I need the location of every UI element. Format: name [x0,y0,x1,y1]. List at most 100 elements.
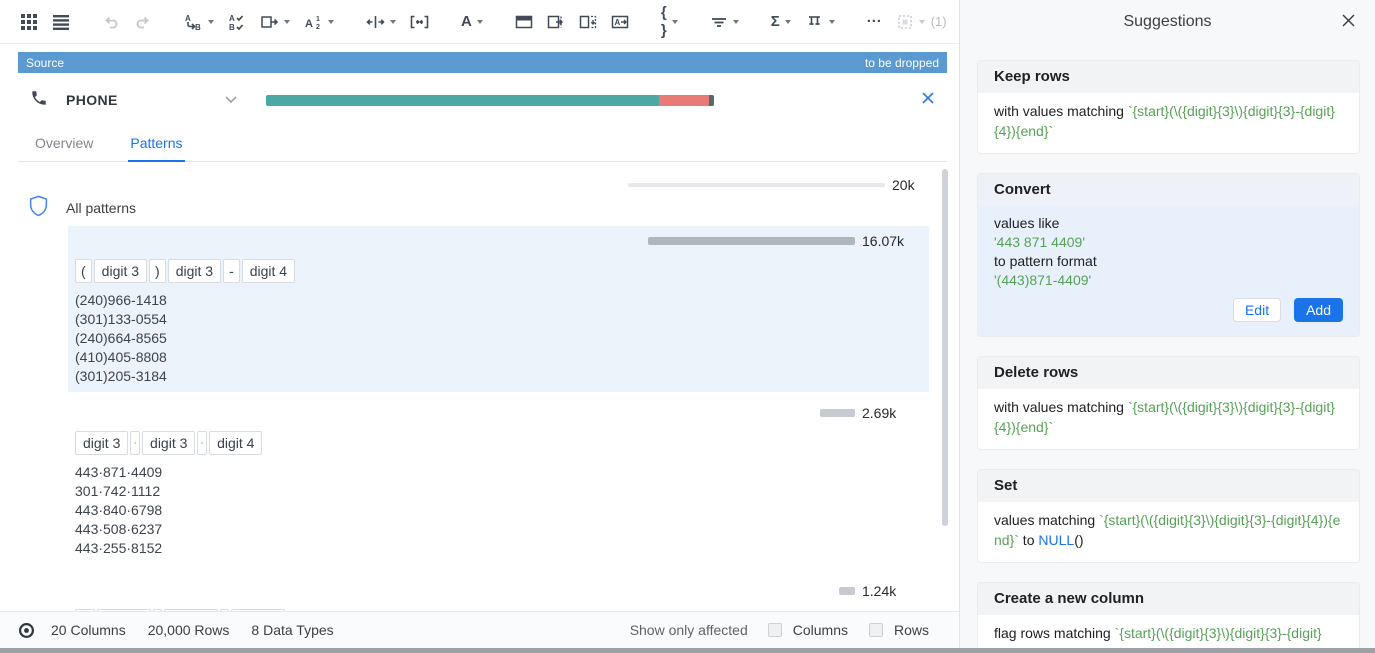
pattern-value[interactable]: 443·508·6237 [75,520,929,539]
pattern-value[interactable]: (301)133-0554 [75,310,929,329]
pattern-token-space[interactable]: · [197,431,207,455]
suggestion-cards: Keep rows with values matching `{start}(… [960,44,1375,648]
redo-icon[interactable] [130,10,156,34]
suggestions-panel: Suggestions Keep rows with values matchi… [960,0,1375,648]
svg-text:B: B [195,23,201,31]
quality-invalid-segment[interactable] [659,95,709,106]
all-patterns-label: All patterns [66,200,136,216]
pattern-value[interactable]: 443·871·4409 [75,463,929,482]
pattern-token[interactable]: digit 3 [168,259,221,283]
move-column-icon[interactable] [256,10,294,34]
card-text: flag rows matching [994,625,1115,641]
suggestion-card-set[interactable]: Set values matching `{start}(\({digit}{3… [977,469,1360,563]
pattern-token-space[interactable]: · [153,609,163,611]
quality-empty-segment[interactable] [709,95,714,106]
table-reorder-icon[interactable] [575,10,601,34]
aggregate-icon[interactable]: Σ [767,10,795,34]
grid-view-icon[interactable] [16,10,42,34]
pattern-group[interactable]: 16.07k ( digit 3 ) digit 3 - digit 4 (24… [68,226,929,392]
replace-values-icon[interactable]: AB [180,10,218,34]
table-convert-icon[interactable]: A [607,10,633,34]
pattern-token[interactable]: digit 4 [209,431,262,455]
pattern-token[interactable]: + [75,609,95,611]
add-button[interactable]: Add [1294,298,1343,322]
shield-icon [28,194,49,223]
source-bar[interactable]: Source to be dropped [18,52,947,73]
card-title: Convert [978,174,1359,206]
quality-valid-segment[interactable] [266,95,659,106]
close-column-icon[interactable] [919,89,937,112]
card-text: to pattern format [994,252,1343,271]
svg-text:2: 2 [316,24,320,31]
pattern-value[interactable]: 443·255·8152 [75,539,929,558]
null-function: NULL [1038,532,1074,548]
pattern-token[interactable]: digit 3 [75,431,128,455]
pattern-token-space[interactable]: · [220,609,230,611]
suggestion-card-delete-rows[interactable]: Delete rows with values matching `{start… [977,356,1360,450]
pattern-token[interactable]: ( [75,259,92,283]
filter-icon[interactable] [706,10,743,34]
pattern-value[interactable]: 301·742·1112 [75,482,929,501]
multi-select-icon[interactable]: (1) [892,10,951,34]
pattern-values: (240)966-1418 (301)133-0554 (240)664-856… [68,291,929,386]
pattern-token[interactable]: digit 4 [242,259,295,283]
sort-icon[interactable]: A12 [300,10,338,34]
pattern-token[interactable]: digit 4 [231,609,284,611]
tab-overview[interactable]: Overview [33,131,95,161]
pattern-values: 443·871·4409 301·742·1112 443·840·6798 4… [68,463,929,558]
card-title: Keep rows [978,61,1359,93]
svg-text:A: A [614,18,620,27]
rows-checkbox[interactable] [869,623,883,637]
pattern-token[interactable]: digit 3 [142,431,195,455]
group-bar [820,409,855,417]
more-options-icon[interactable]: ··· [863,10,886,34]
suggestion-card-convert[interactable]: Convert values like '443 871 4409' to pa… [977,173,1360,337]
quality-bar[interactable] [266,95,714,106]
pattern-value[interactable]: (240)664-8565 [75,329,929,348]
undo-icon[interactable] [98,10,124,34]
card-text: values matching [994,512,1099,528]
eye-icon[interactable] [18,622,35,639]
columns-count: 20 Columns [51,622,126,638]
column-name: PHONE [66,92,194,108]
pattern-value[interactable]: (240)966-1418 [75,291,929,310]
pattern-value[interactable]: (410)405-8808 [75,348,929,367]
pattern-token[interactable]: digit 3 [164,609,217,611]
split-column-icon[interactable] [362,10,400,34]
table-header-icon[interactable] [511,10,537,34]
suggestion-card-new-column[interactable]: Create a new column flag rows matching `… [977,582,1360,648]
phone-type-icon [30,89,48,112]
column-header: PHONE [18,83,937,117]
scrollbar[interactable] [942,169,948,526]
card-buttons: Edit Add [994,298,1343,322]
edit-button[interactable]: Edit [1233,298,1281,322]
card-text: to [1019,532,1038,548]
table-insert-icon[interactable] [543,10,569,34]
patterns-header: All patterns [0,190,959,226]
pattern-token[interactable]: ) [149,259,166,283]
pattern-token[interactable]: - [223,259,240,283]
svg-text:B: B [229,23,235,31]
pattern-token[interactable]: digit 4 [97,609,150,611]
tab-patterns[interactable]: Patterns [128,131,184,162]
pattern-group[interactable]: 1.24k + digit 4 · digit 3 · digit 4 [68,576,929,611]
pattern-group[interactable]: 2.69k digit 3 · digit 3 · digit 4 443·87… [68,398,929,564]
close-suggestions-icon[interactable] [1341,13,1356,33]
show-only-affected-label: Show only affected [630,622,748,638]
total-count-label: 20k [892,177,934,193]
card-title: Set [978,470,1359,502]
braces-function-icon[interactable]: { } [657,1,682,43]
suggestions-title: Suggestions [1123,13,1211,31]
list-view-icon[interactable] [48,10,74,34]
standardize-icon[interactable]: AB [224,10,250,34]
suggestion-card-keep-rows[interactable]: Keep rows with values matching `{start}(… [977,60,1360,154]
branch-join-icon[interactable] [801,10,839,34]
pattern-value[interactable]: 443·840·6798 [75,501,929,520]
pattern-token-space[interactable]: · [130,431,140,455]
pattern-value[interactable]: (301)205-3184 [75,367,929,386]
format-text-icon[interactable]: A [457,10,487,34]
columns-checkbox[interactable] [768,623,782,637]
pattern-token[interactable]: digit 3 [94,259,147,283]
chevron-down-icon[interactable] [224,91,238,109]
fit-width-icon[interactable] [406,10,433,34]
